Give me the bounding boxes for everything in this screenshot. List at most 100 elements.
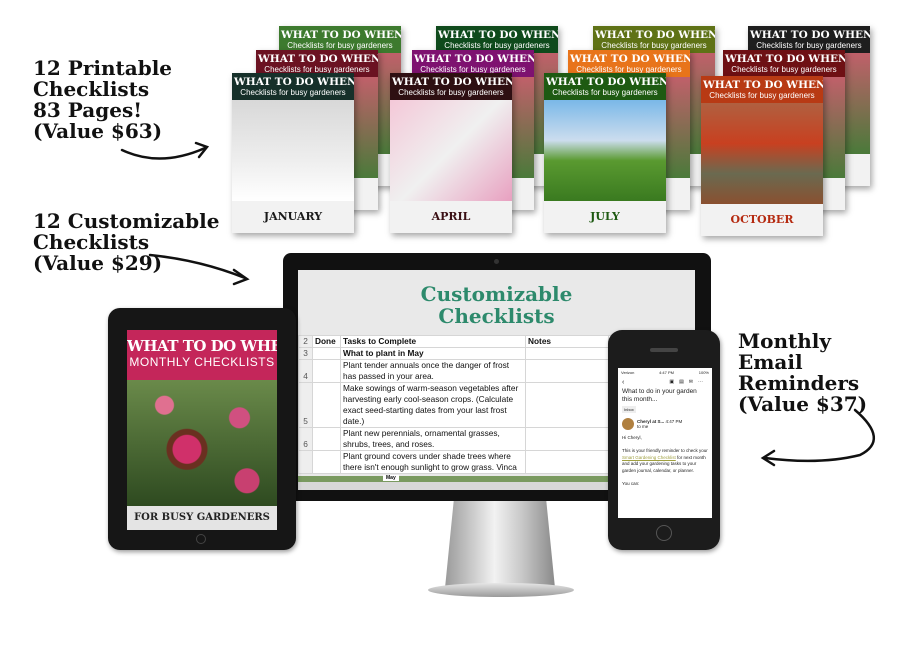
task-cell[interactable]: Plant new perennials, ornamental grasses…: [340, 427, 526, 451]
cover-header: WHAT TO DO WHEN Checklists for busy garde…: [748, 26, 870, 53]
checklist-cover: WHAT TO DO WHEN Checklists for busy garde…: [390, 73, 512, 233]
cover-title: WHAT TO DO WHEN: [414, 53, 534, 65]
task-cell[interactable]: Make sowings of warm-season vegetables a…: [340, 382, 526, 428]
spreadsheet-title: Customizable Checklists: [420, 282, 573, 328]
inbox-label[interactable]: Inbox: [622, 406, 636, 413]
cover-month: JANUARY: [263, 210, 323, 223]
cover-title: WHAT TO DO WHEN: [392, 76, 512, 88]
done-cell[interactable]: [312, 382, 341, 428]
done-cell[interactable]: [312, 359, 341, 383]
tablet-subtitle: MONTHLY CHECKLISTS: [129, 355, 275, 369]
checklist-cover: WHAT TO DO WHEN Checklists for busy garde…: [544, 73, 666, 233]
arrow-icon: [120, 146, 207, 160]
phone: Verizon 4:47 PM 100% ‹ ▣▤✉⋯ What to do i…: [608, 330, 720, 550]
done-cell[interactable]: [312, 427, 341, 451]
cover-photo: [232, 100, 354, 201]
email-subject: What to do in your garden this month...: [622, 388, 697, 403]
cover-header: WHAT TO DO WHEN Checklists for busy garde…: [593, 26, 715, 53]
battery: 100%: [698, 370, 709, 375]
email-body: Hi Cheryl, This is your friendly reminde…: [618, 433, 712, 489]
cover-title: WHAT TO DO WHEN: [750, 29, 870, 41]
notes-cell[interactable]: [525, 450, 609, 474]
avatar: [622, 418, 634, 430]
tablet-footer: FOR BUSY GARDENERS: [127, 506, 277, 530]
cover-header: WHAT TO DO WHEN Checklists for busy garde…: [279, 26, 401, 53]
monitor-base: [428, 583, 574, 597]
home-button-icon: [656, 525, 672, 541]
cover-header: WHAT TO DO WHEN Checklists for busy garde…: [436, 26, 558, 53]
clock: 4:47 PM: [659, 370, 674, 375]
cover-subtitle: Checklists for busy gardeners: [709, 91, 815, 100]
cover-header: WHAT TO DO WHEN Checklists for busy garde…: [701, 76, 823, 103]
row-number: [298, 450, 313, 474]
cover-title: WHAT TO DO WHEN: [258, 53, 378, 65]
row-number: 5: [298, 382, 313, 428]
tablet-header: WHAT TO DO WHEN MONTHLY CHECKLISTS: [127, 330, 277, 380]
email-toolbar: ‹ ▣▤✉⋯: [618, 377, 712, 388]
home-button-icon: [196, 534, 206, 544]
section-cell[interactable]: What to plant in May: [340, 347, 526, 360]
sender-row: Cheryl at S... 4:47 PM to me: [618, 415, 712, 433]
header-notes[interactable]: Notes: [525, 335, 609, 348]
cover-month: OCTOBER: [730, 213, 794, 226]
cover-subtitle: Checklists for busy gardeners: [398, 88, 504, 97]
coneflower-photo: [127, 380, 277, 506]
cover-header: WHAT TO DO WHEN Checklists for busy garde…: [544, 73, 666, 100]
cover-photo: [701, 103, 823, 204]
phone-status-bar: Verizon 4:47 PM 100%: [618, 368, 712, 377]
task-cell[interactable]: Plant tender annuals once the danger of …: [340, 359, 526, 383]
row-number: 4: [298, 359, 313, 383]
body-text: This is your friendly reminder to check …: [622, 448, 708, 453]
email-screen: Verizon 4:47 PM 100% ‹ ▣▤✉⋯ What to do i…: [618, 368, 712, 518]
cover-title: WHAT TO DO WHEN: [438, 29, 558, 41]
cover-photo: [390, 100, 512, 201]
greeting: Hi Cheryl,: [622, 435, 642, 440]
cover-month: JULY: [590, 210, 620, 223]
cover-subtitle: Checklists for busy gardeners: [731, 65, 837, 74]
arrow-icon: [763, 408, 876, 463]
cover-photo: [544, 100, 666, 201]
body-text: You can:: [622, 480, 640, 486]
cover-title: WHAT TO DO WHEN: [570, 53, 690, 65]
tablet: WHAT TO DO WHEN MONTHLY CHECKLISTS FOR B…: [108, 308, 296, 550]
cover-header: WHAT TO DO WHEN Checklists for busy garde…: [232, 73, 354, 100]
cover-subtitle: Checklists for busy gardeners: [240, 88, 346, 97]
back-icon[interactable]: ‹: [622, 379, 624, 386]
done-cell[interactable]: [312, 347, 341, 360]
notes-cell[interactable]: [525, 359, 609, 383]
cover-title: WHAT TO DO WHEN: [595, 29, 715, 41]
recipient: to me: [637, 424, 649, 429]
cover-title: WHAT TO DO WHEN: [703, 79, 823, 91]
row-number: 3: [298, 347, 313, 360]
checklist-cover: WHAT TO DO WHEN Checklists for busy garde…: [701, 76, 823, 236]
tablet-screen: WHAT TO DO WHEN MONTHLY CHECKLISTS FOR B…: [127, 330, 277, 530]
done-cell[interactable]: [312, 450, 341, 474]
email-actions-icon[interactable]: ▣▤✉⋯: [669, 379, 708, 386]
header-tasks[interactable]: Tasks to Complete: [340, 335, 526, 348]
header-done[interactable]: Done: [312, 335, 341, 348]
speaker-icon: [650, 348, 678, 352]
row-number: 2: [298, 335, 313, 348]
cover-header: WHAT TO DO WHEN Checklists for busy garde…: [723, 50, 845, 77]
sent-time: 4:47 PM: [665, 419, 683, 424]
sheet-tab-active[interactable]: May: [383, 475, 399, 481]
cover-title: WHAT TO DO WHEN: [546, 76, 666, 88]
task-cell[interactable]: Plant ground covers under shade trees wh…: [340, 450, 526, 474]
notes-cell[interactable]: [525, 427, 609, 451]
checklist-cover: WHAT TO DO WHEN Checklists for busy garde…: [232, 73, 354, 233]
checklist-link[interactable]: Smart Gardening Checklist: [622, 455, 676, 460]
cover-month: APRIL: [431, 210, 471, 223]
notes-cell[interactable]: [525, 382, 609, 428]
cover-title: WHAT TO DO WHEN: [281, 29, 401, 41]
notes-cell[interactable]: [525, 347, 609, 360]
arrow-icon: [148, 253, 247, 280]
camera-icon: [494, 259, 499, 264]
cover-subtitle: Checklists for busy gardeners: [552, 88, 658, 97]
monitor-stand: [445, 500, 555, 588]
row-number: 6: [298, 427, 313, 451]
tablet-title: WHAT TO DO WHEN: [127, 337, 277, 355]
carrier: Verizon: [621, 370, 635, 375]
cover-header: WHAT TO DO WHEN Checklists for busy garde…: [390, 73, 512, 100]
cover-title: WHAT TO DO WHEN: [234, 76, 354, 88]
cover-title: WHAT TO DO WHEN: [725, 53, 845, 65]
